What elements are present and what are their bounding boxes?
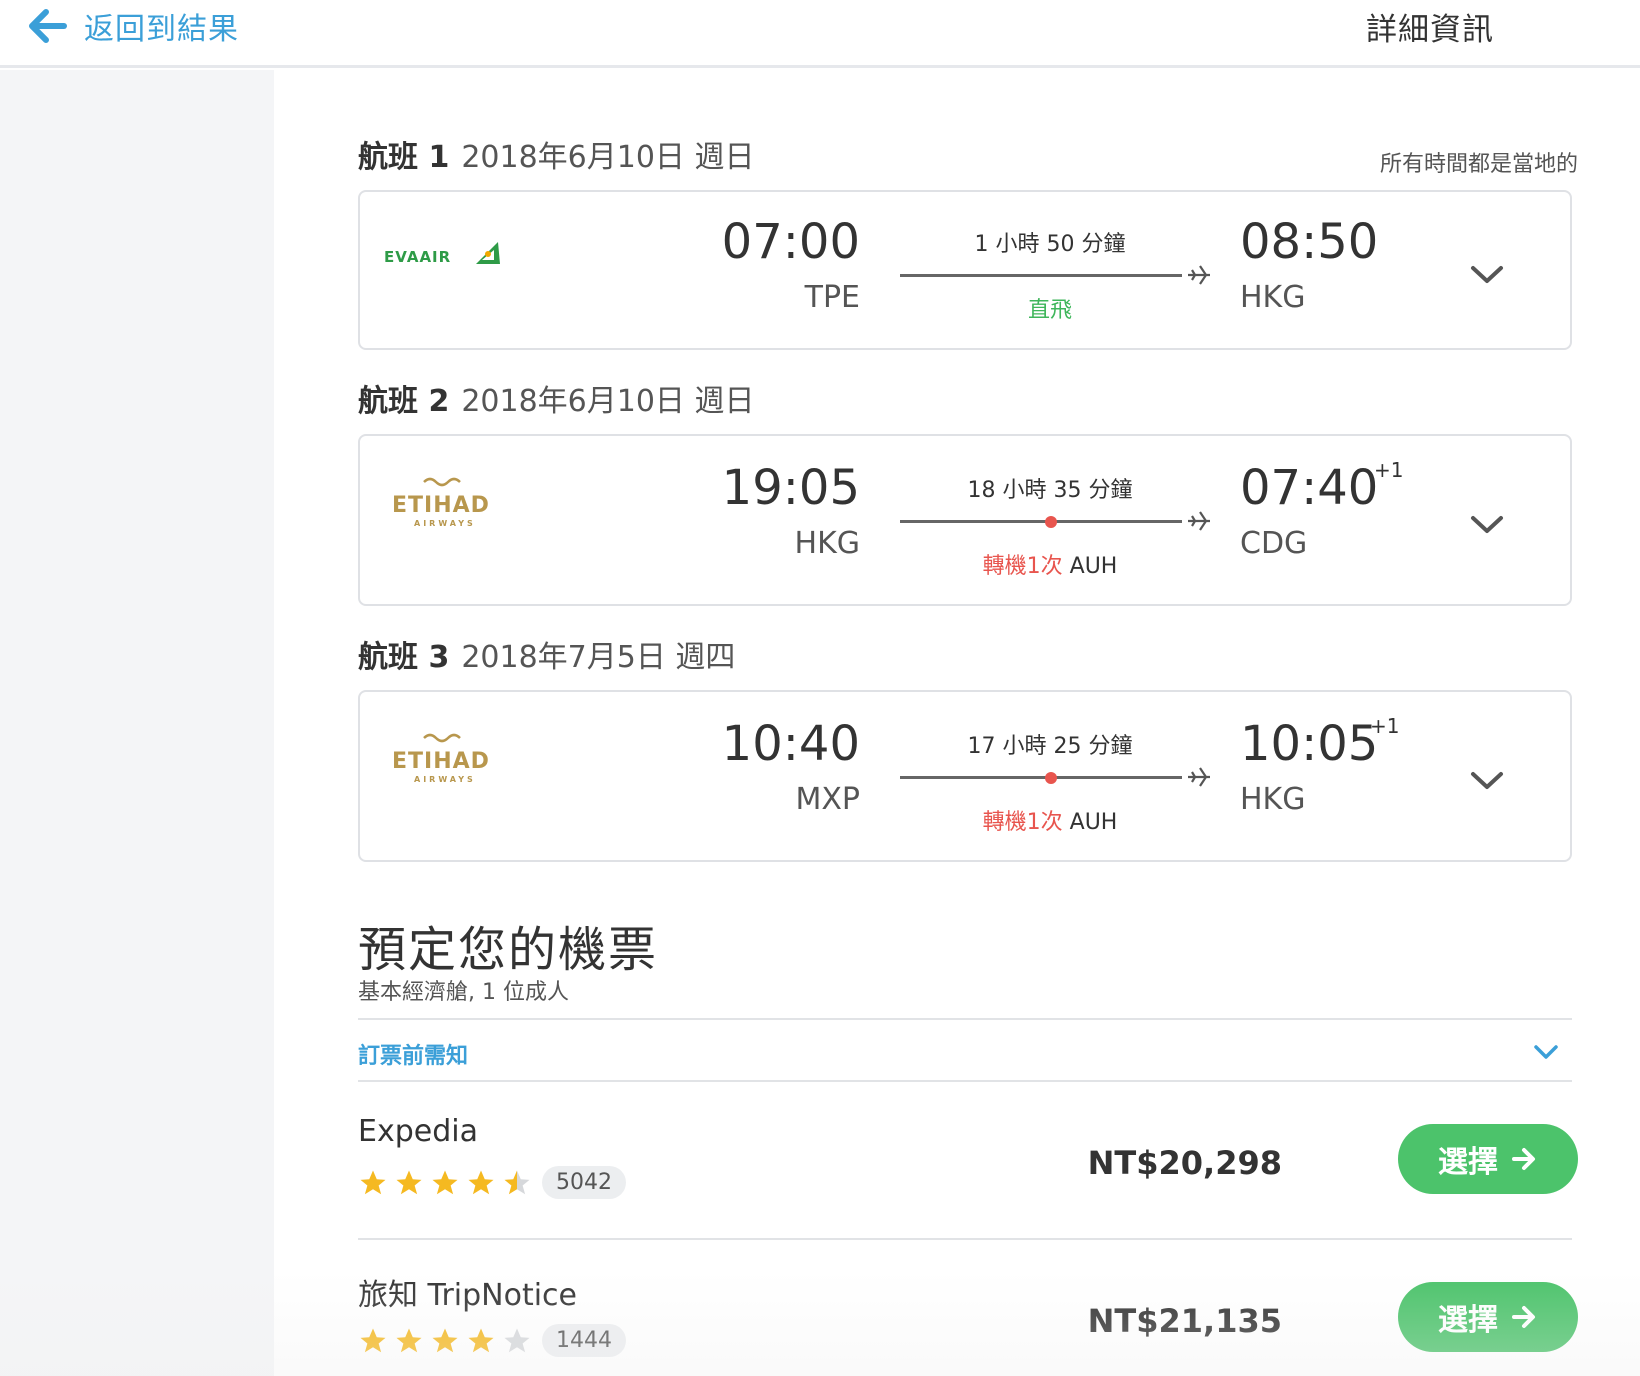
leg-date: 2018年6月10日 週日 (461, 140, 755, 175)
arrival-time: 07:40 (1240, 460, 1379, 516)
booking-notice-toggle[interactable]: 訂票前需知 (358, 1038, 468, 1070)
select-button-label: 選擇 (1438, 1303, 1498, 1338)
stopover-airport: AUH (1069, 810, 1118, 835)
leg-header-2: 航班 2 2018年6月10日 週日 (358, 376, 754, 420)
star-icon (396, 1328, 422, 1352)
svg-text:AIRWAYS: AIRWAYS (414, 775, 476, 784)
leg-date: 2018年7月5日 週四 (461, 640, 736, 675)
departure-airport: MXP (795, 782, 860, 817)
select-button[interactable]: 選擇 (1398, 1124, 1578, 1194)
provider-price: NT$21,135 (1087, 1302, 1282, 1340)
provider-rating: 5042 (358, 1166, 626, 1199)
route-line (900, 520, 1182, 523)
arrival-airport: HKG (1240, 782, 1306, 817)
stopover-info: 轉機1次 AUH (900, 548, 1200, 580)
flight-duration: 17 小時 25 分鐘 (967, 734, 1133, 759)
svg-text:ETIHAD: ETIHAD (392, 493, 490, 518)
leg-date: 2018年6月10日 週日 (461, 384, 755, 419)
etihad-airways-logo: ETIHAD AIRWAYS (384, 474, 504, 534)
arrow-left-icon (29, 9, 67, 43)
top-bar: 返回到結果 詳細資訊 (0, 0, 1640, 68)
flight-card-2[interactable]: ETIHAD AIRWAYS 19:05 HKG 18 小時 35 分鐘 轉機1… (358, 434, 1572, 606)
leg-header-1: 航班 1 2018年6月10日 週日 (358, 132, 754, 176)
star-empty-icon (504, 1328, 530, 1352)
provider-name: Expedia (358, 1114, 478, 1149)
svg-text:AIRWAYS: AIRWAYS (414, 519, 476, 528)
review-count: 5042 (542, 1166, 626, 1199)
plane-icon (1188, 511, 1210, 531)
arrival-airport: HKG (1240, 280, 1306, 315)
booking-title: 預定您的機票 (358, 922, 659, 978)
stopover-info: 轉機1次 AUH (900, 804, 1200, 836)
arrival-time: 08:50 (1240, 214, 1379, 270)
star-icon (360, 1328, 386, 1352)
flight-card-1[interactable]: EVAAIR 07:00 TPE 1 小時 50 分鐘 直飛 08:50 HKG (358, 190, 1572, 350)
back-to-results-button[interactable]: 返回到結果 (28, 4, 239, 48)
plane-icon (1188, 767, 1210, 787)
eva-air-logo: EVAAIR (384, 238, 504, 272)
local-time-note: 所有時間都是當地的 (1379, 152, 1578, 177)
departure-airport: TPE (804, 280, 860, 315)
arrival-time: 10:05 (1240, 716, 1379, 772)
chevron-down-icon[interactable] (1470, 264, 1504, 286)
star-icon (396, 1170, 422, 1194)
route-line (900, 776, 1182, 779)
provider-name: 旅知 TripNotice (358, 1278, 578, 1313)
provider-price: NT$20,298 (1087, 1144, 1282, 1182)
next-day-indicator: +1 (1374, 458, 1404, 482)
leg-header-3: 航班 3 2018年7月5日 週四 (358, 632, 735, 676)
arrival-airport: CDG (1240, 526, 1308, 561)
divider (358, 1018, 1572, 1020)
select-button-label: 選擇 (1438, 1145, 1498, 1180)
star-icon (468, 1328, 494, 1352)
next-day-indicator: +1 (1370, 714, 1400, 738)
back-label: 返回到結果 (84, 12, 239, 47)
flight-duration: 18 小時 35 分鐘 (967, 478, 1133, 503)
provider-rating: 1444 (358, 1324, 626, 1357)
star-icon (432, 1328, 458, 1352)
leg-label: 航班 1 (358, 140, 450, 175)
select-button[interactable]: 選擇 (1398, 1282, 1578, 1352)
page-title: 詳細資訊 (1366, 12, 1494, 48)
flight-card-3[interactable]: ETIHAD AIRWAYS 10:40 MXP 17 小時 25 分鐘 轉機1… (358, 690, 1572, 862)
etihad-airways-logo: ETIHAD AIRWAYS (384, 730, 504, 790)
leg-label: 航班 3 (358, 640, 450, 675)
arrow-right-icon (1512, 1306, 1535, 1328)
stopover-airport: AUH (1069, 554, 1118, 579)
stopover-label: 轉機1次 (982, 810, 1063, 835)
departure-time: 07:00 (721, 214, 860, 270)
plane-icon (1188, 265, 1210, 285)
star-icon (468, 1170, 494, 1194)
stopover-dot (1045, 516, 1057, 528)
stopover-label: 轉機1次 (982, 554, 1063, 579)
main-content: 所有時間都是當地的 航班 1 2018年6月10日 週日 EVAAIR 07:0… (274, 70, 1640, 1376)
review-count: 1444 (542, 1324, 626, 1357)
direct-label: 直飛 (1027, 298, 1072, 323)
chevron-down-icon[interactable] (1470, 514, 1504, 536)
stopover-dot (1045, 772, 1057, 784)
star-icon (360, 1170, 386, 1194)
departure-time: 10:40 (721, 716, 860, 772)
chevron-down-icon[interactable] (1470, 770, 1504, 792)
booking-subtitle: 基本經濟艙, 1 位成人 (358, 980, 569, 1005)
star-icon (432, 1170, 458, 1194)
leg-label: 航班 2 (358, 384, 450, 419)
chevron-down-icon[interactable] (1534, 1044, 1558, 1060)
divider (358, 1080, 1572, 1082)
star-half-icon (504, 1170, 530, 1194)
route-line (900, 274, 1182, 277)
svg-text:EVAAIR: EVAAIR (384, 248, 451, 266)
arrow-right-icon (1512, 1148, 1535, 1170)
departure-airport: HKG (794, 526, 860, 561)
svg-text:ETIHAD: ETIHAD (392, 749, 490, 774)
flight-duration: 1 小時 50 分鐘 (974, 232, 1126, 257)
divider (358, 1238, 1572, 1240)
departure-time: 19:05 (721, 460, 860, 516)
sidebar (0, 70, 274, 1376)
